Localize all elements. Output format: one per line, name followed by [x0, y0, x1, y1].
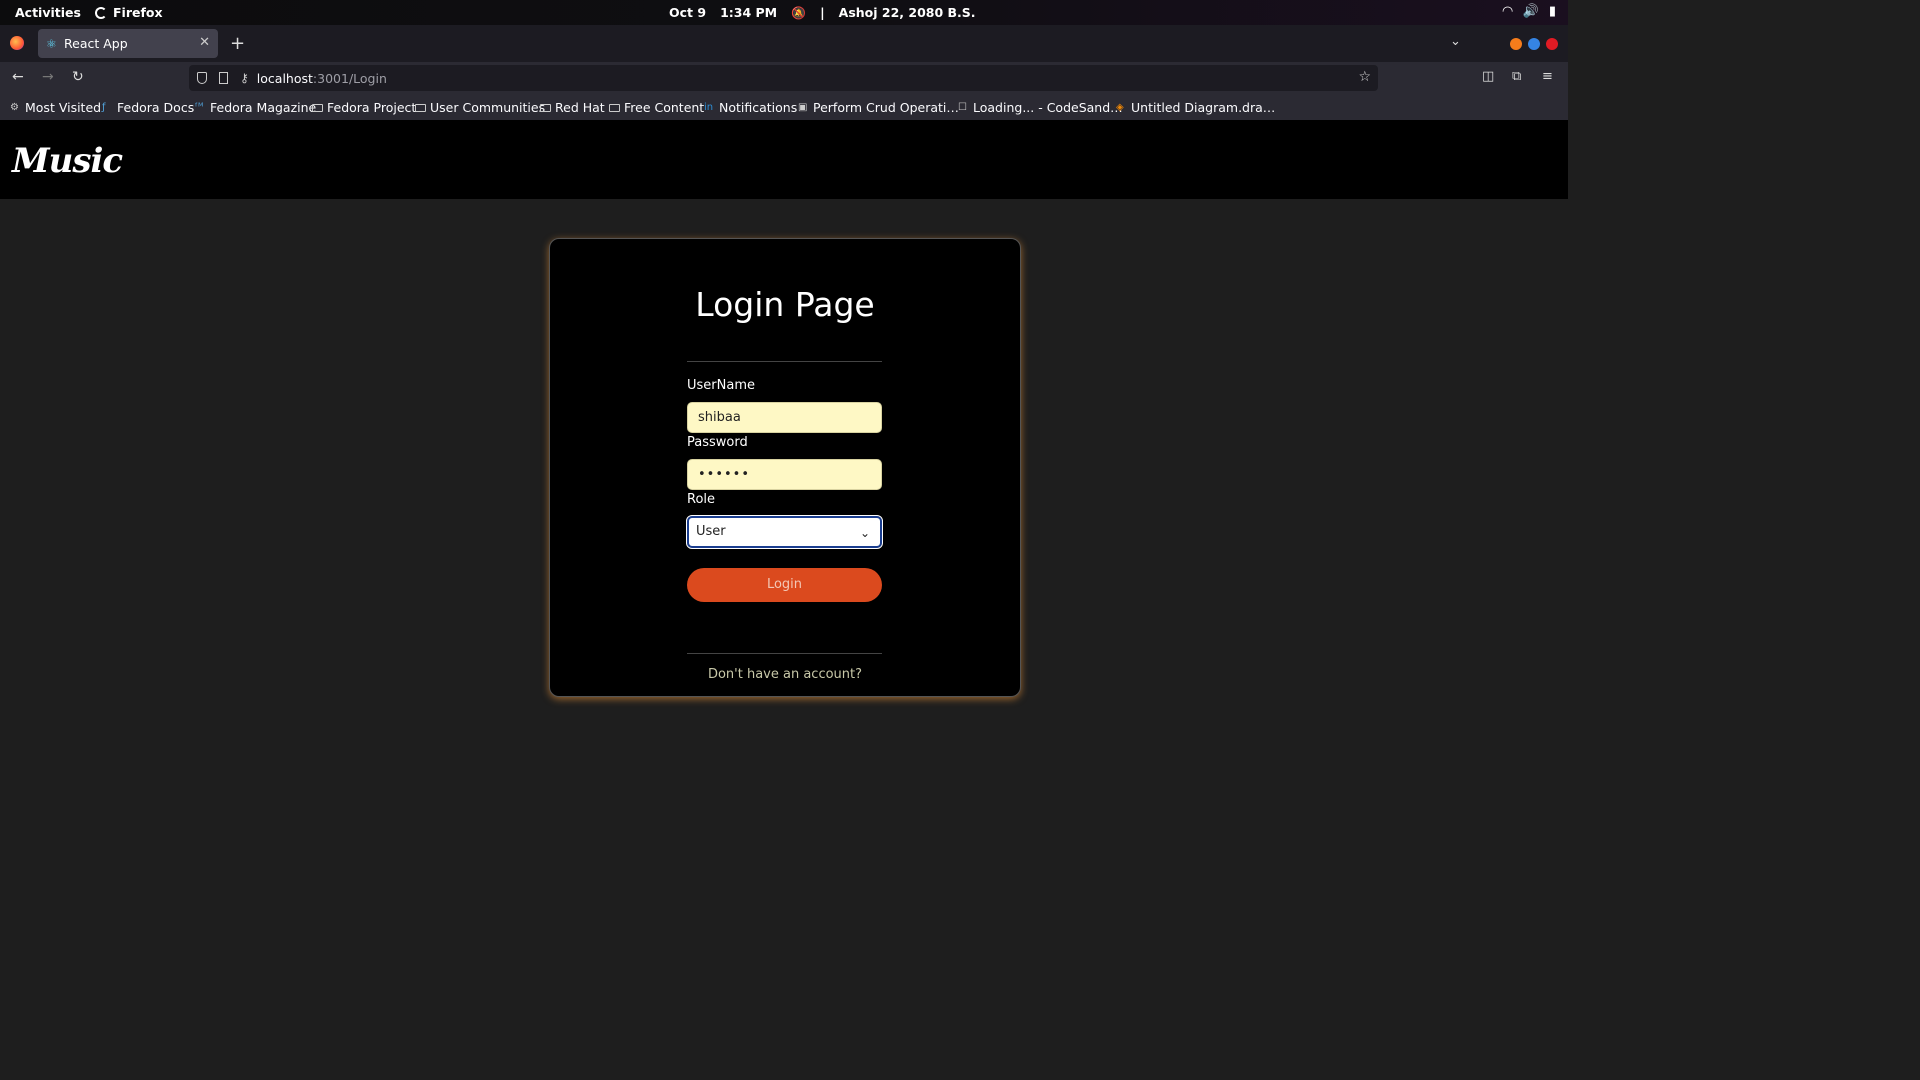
firefox-icon	[95, 6, 107, 19]
clock[interactable]: Oct 9 1:34 PM 🔕 | Ashoj 22, 2080 B.S.	[669, 5, 976, 20]
menu-icon[interactable]: ≡	[1542, 69, 1553, 84]
signup-link[interactable]: Don't have an account?	[550, 667, 1020, 682]
back-icon[interactable]: ←	[12, 69, 24, 85]
folder-icon	[540, 103, 551, 112]
bookmark-red-hat[interactable]: Red Hat	[540, 100, 605, 115]
bookmark-label: Most Visited	[25, 100, 102, 115]
url-bar[interactable]: ⚷ localhost :3001/Login ☆	[189, 65, 1378, 91]
browser-tab-strip: ⚛ React App ✕ + ⌄	[0, 25, 1568, 62]
password-input[interactable]: ••••••	[687, 459, 882, 490]
gear-icon: ⚙	[10, 101, 19, 113]
volume-icon: 🔊	[1522, 4, 1539, 19]
username-label: UserName	[687, 378, 755, 393]
bookmark-fedora-docs[interactable]: ƒ Fedora Docs	[102, 100, 194, 115]
bookmark-star-icon[interactable]: ☆	[1358, 69, 1371, 85]
bookmark-label: Perform Crud Operati…	[813, 100, 959, 115]
login-button[interactable]: Login	[687, 568, 882, 602]
minimize-button[interactable]	[1510, 38, 1522, 50]
new-tab-icon[interactable]: +	[230, 33, 245, 54]
bookmark-label: Fedora Magazine	[210, 100, 317, 115]
fedora-icon: ƒ	[102, 101, 106, 113]
page-title: Login Page	[695, 285, 875, 324]
close-tab-icon[interactable]: ✕	[199, 35, 210, 50]
browser-nav-bar: ← → ↻ ⚷ localhost :3001/Login ☆ ◫ ⧉ ≡	[0, 62, 1568, 94]
bookmark-most-visited[interactable]: ⚙ Most Visited	[10, 100, 101, 115]
role-select-value: User	[696, 524, 726, 539]
bookmark-label: Free Content	[624, 100, 705, 115]
wifi-icon: ◠	[1502, 4, 1513, 19]
tab-title: React App	[64, 36, 128, 51]
document-icon: ▣	[798, 101, 808, 113]
bookmark-fedora-magazine[interactable]: ᶠᴹ Fedora Magazine	[195, 100, 316, 115]
extensions-icon[interactable]: ⧉	[1512, 69, 1521, 84]
bookmark-label: Untitled Diagram.dra…	[1131, 100, 1276, 115]
window-controls	[1510, 38, 1558, 50]
clock-time: 1:34 PM	[720, 5, 778, 20]
bookmark-user-communities[interactable]: User Communities	[415, 100, 545, 115]
bookmark-perform-crud[interactable]: ▣ Perform Crud Operati…	[798, 100, 959, 115]
bookmark-label: Loading... - CodeSand…	[973, 100, 1123, 115]
chevron-down-icon: ⌄	[859, 526, 870, 540]
system-top-bar: Activities Firefox Oct 9 1:34 PM 🔕 | Ash…	[0, 0, 1568, 25]
folder-icon	[609, 103, 620, 112]
bookmark-untitled-diagram[interactable]: ◈ Untitled Diagram.dra…	[1116, 100, 1275, 115]
clock-date: Oct 9	[669, 5, 707, 20]
bookmark-fedora-project[interactable]: Fedora Project	[312, 100, 416, 115]
bookmark-notifications[interactable]: in Notifications	[704, 100, 797, 115]
bookmark-codesandbox[interactable]: ☐ Loading... - CodeSand…	[958, 100, 1123, 115]
password-label: Password	[687, 435, 748, 450]
bookmark-label: Notifications	[719, 100, 798, 115]
login-card: Login Page UserName shibaa Password ••••…	[549, 238, 1021, 697]
maximize-button[interactable]	[1528, 38, 1540, 50]
list-all-tabs-icon[interactable]: ⌄	[1450, 34, 1461, 49]
music-logo[interactable]: Music	[12, 132, 123, 190]
app-menu-label: Firefox	[113, 5, 163, 20]
divider	[687, 361, 882, 362]
fedora-magazine-icon: ᶠᴹ	[195, 101, 204, 113]
bookmark-label: Fedora Docs	[117, 100, 195, 115]
reload-icon[interactable]: ↻	[72, 69, 84, 85]
clock-separator: |	[820, 5, 825, 20]
forward-icon[interactable]: →	[42, 69, 54, 85]
linkedin-icon: in	[704, 101, 714, 113]
role-label: Role	[687, 492, 716, 507]
notifications-muted-icon: 🔕	[791, 5, 807, 20]
firefox-view-icon[interactable]	[10, 36, 24, 50]
url-host: localhost	[256, 70, 313, 86]
bookmark-label: Fedora Project	[327, 100, 417, 115]
pocket-icon[interactable]: ◫	[1482, 69, 1494, 84]
drawio-icon: ◈	[1116, 101, 1124, 113]
battery-icon: ▮	[1548, 4, 1556, 19]
page-info-icon[interactable]	[219, 72, 228, 84]
app-menu[interactable]: Firefox	[95, 5, 163, 20]
browser-tab[interactable]: ⚛ React App ✕	[38, 29, 218, 58]
folder-icon	[312, 103, 323, 112]
activities-button[interactable]: Activities	[15, 5, 81, 20]
role-select[interactable]: User ⌄	[686, 515, 883, 549]
bookmark-free-content[interactable]: Free Content	[609, 100, 704, 115]
bookmark-label: User Communities	[430, 100, 546, 115]
key-icon[interactable]: ⚷	[240, 71, 249, 85]
username-input[interactable]: shibaa	[687, 402, 882, 433]
url-path: :3001/Login	[312, 70, 387, 86]
divider	[687, 653, 882, 654]
nepali-date: Ashoj 22, 2080 B.S.	[838, 5, 976, 20]
react-favicon-icon: ⚛	[46, 36, 57, 51]
folder-icon	[415, 103, 426, 112]
app-header: Music	[0, 120, 1568, 199]
bookmark-label: Red Hat	[555, 100, 605, 115]
close-window-button[interactable]	[1546, 38, 1558, 50]
page-icon: ☐	[958, 101, 967, 113]
system-tray[interactable]: ◠ 🔊 ▮	[1503, 4, 1556, 19]
tracking-protection-icon[interactable]	[197, 72, 207, 84]
bookmarks-toolbar: ⚙ Most Visited ƒ Fedora Docs ᶠᴹ Fedora Maga…	[0, 94, 1568, 120]
